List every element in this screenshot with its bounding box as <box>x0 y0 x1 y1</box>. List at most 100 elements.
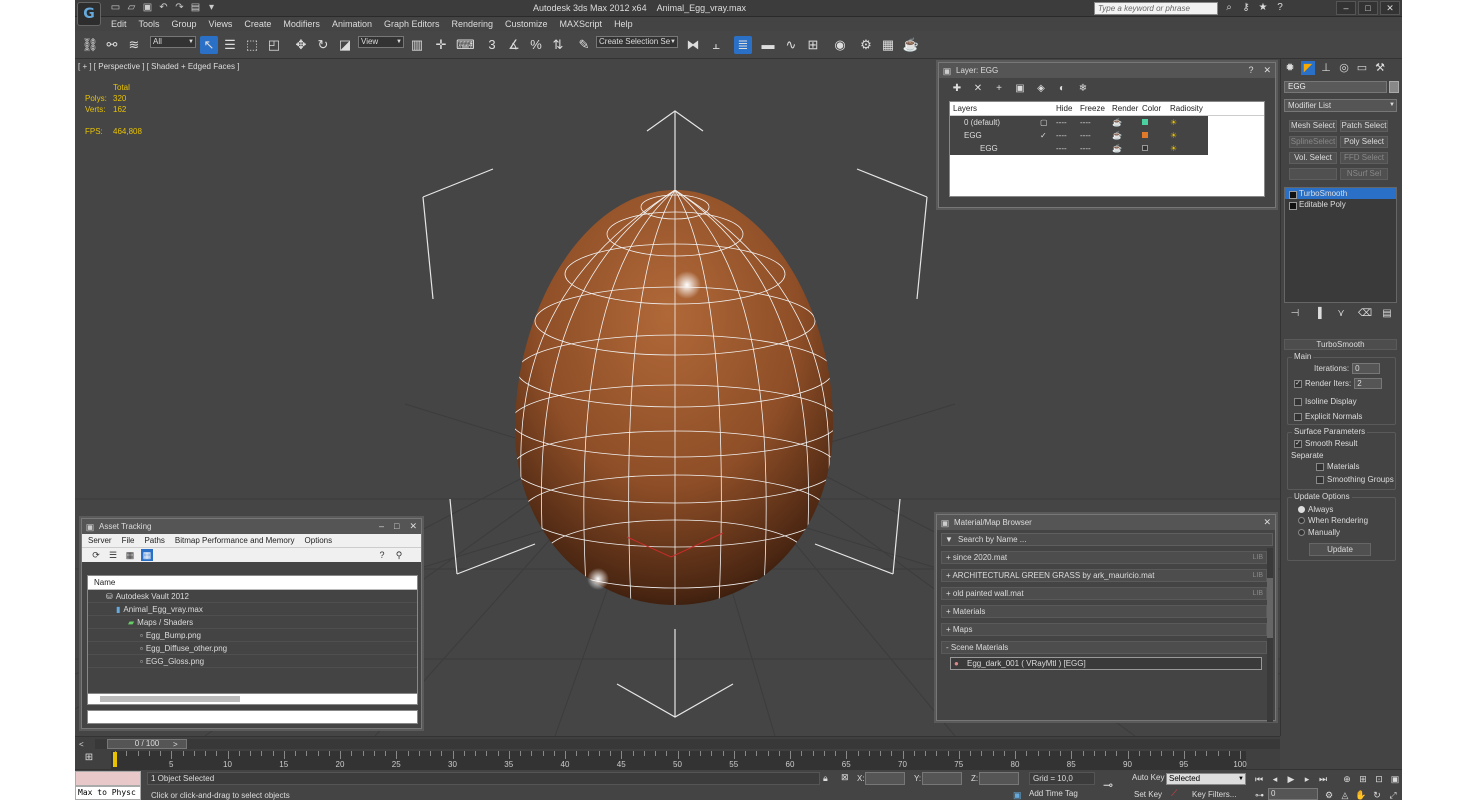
teapot-icon[interactable]: ☕ <box>1112 131 1142 140</box>
close-button[interactable]: ✕ <box>1263 65 1271 75</box>
ffd-select-button[interactable]: FFD Select <box>1340 152 1388 164</box>
hierarchy-icon[interactable]: ⊥ <box>1319 61 1333 75</box>
scale-icon[interactable]: ◪ <box>336 36 354 54</box>
col-freeze[interactable]: Freeze <box>1080 104 1112 113</box>
go-to-end-icon[interactable]: ⏭ <box>1317 773 1329 785</box>
favorite-icon[interactable]: ★ <box>1257 2 1269 14</box>
viewport-label[interactable]: [ + ] [ Perspective ] [ Shaded + Edged F… <box>78 62 239 71</box>
layer-color-swatch[interactable] <box>1142 119 1148 125</box>
make-unique-icon[interactable]: ⋎ <box>1335 308 1347 320</box>
patch-select-button[interactable]: Patch Select <box>1340 120 1388 132</box>
ref-coord-dropdown[interactable]: View <box>358 36 404 48</box>
play-icon[interactable]: ▶ <box>1285 773 1297 785</box>
orbit-icon[interactable]: ↻ <box>1371 789 1383 800</box>
menu-file[interactable]: File <box>122 536 135 545</box>
pivot-center-icon[interactable]: ▥ <box>408 36 426 54</box>
delete-layer-icon[interactable]: ✕ <box>972 83 984 95</box>
menu-create[interactable]: Create <box>238 17 277 31</box>
thumbnail-icon[interactable]: ▦ <box>124 549 136 561</box>
empty-button[interactable] <box>1289 168 1337 180</box>
modifier-list-dropdown[interactable]: Modifier List <box>1284 99 1397 112</box>
stack-item-turbosmooth[interactable]: TurboSmooth <box>1285 188 1396 199</box>
schematic-view-icon[interactable]: ⊞ <box>804 36 822 54</box>
link-icon[interactable]: ⛓ <box>81 36 99 54</box>
render-setup-icon[interactable]: ⚙ <box>857 36 875 54</box>
time-config-icon[interactable]: ⚙ <box>1323 789 1335 800</box>
group-row[interactable]: + Maps <box>941 623 1267 636</box>
chevron-down-icon[interactable]: ▾ <box>205 2 218 14</box>
maxscript-listener[interactable]: Max to Physc <box>75 771 141 800</box>
configure-sets-icon[interactable]: ▤ <box>1381 308 1393 320</box>
col-render[interactable]: Render <box>1112 104 1142 113</box>
col-color[interactable]: Color <box>1142 104 1170 113</box>
layer-hide[interactable]: ---- <box>1056 118 1080 127</box>
app-logo-button[interactable]: G <box>77 2 101 26</box>
menu-help[interactable]: Help <box>608 17 639 31</box>
list-item[interactable]: ▫ EGG_Gloss.png <box>88 655 417 668</box>
set-key-icon[interactable]: ⟋ <box>1171 788 1177 799</box>
menu-tools[interactable]: Tools <box>133 17 166 31</box>
menu-modifiers[interactable]: Modifiers <box>277 17 326 31</box>
teapot-icon[interactable]: ☕ <box>1112 118 1142 127</box>
curve-editor-icon[interactable]: ∿ <box>782 36 800 54</box>
next-frame-arrow[interactable]: > <box>173 740 178 749</box>
y-coordinate-field[interactable] <box>922 772 962 785</box>
asset-list-header[interactable]: Name <box>88 576 417 590</box>
refresh-icon[interactable]: ⟳ <box>90 549 102 561</box>
always-radio[interactable] <box>1298 506 1305 513</box>
minimize-button[interactable]: – <box>1336 1 1356 15</box>
layer-row[interactable]: 0 (default) ▢ ---- ---- ☕ ☀ <box>950 116 1208 129</box>
named-selection-dropdown[interactable]: Create Selection Se <box>596 36 678 48</box>
highlight-layer-icon[interactable]: ◈ <box>1035 83 1047 95</box>
field-of-view-icon[interactable]: ◬ <box>1339 789 1351 800</box>
help-icon[interactable]: ? <box>376 549 388 561</box>
key-mode-toggle-icon[interactable]: ⊶ <box>1255 790 1264 800</box>
snap-toggle-icon[interactable]: 3 <box>483 36 501 54</box>
egg-object[interactable] <box>511 190 839 605</box>
update-button[interactable]: Update <box>1309 543 1371 556</box>
maxscript-input[interactable]: Max to Physc <box>75 786 141 800</box>
material-browser-titlebar[interactable]: ▣ Material/Map Browser ✕ <box>937 515 1275 530</box>
add-to-layer-icon[interactable]: + <box>993 83 1005 95</box>
select-object-icon[interactable]: ↖ <box>200 36 218 54</box>
zoom-icon[interactable]: ⊕ <box>1341 773 1353 785</box>
key-icon[interactable]: ⚷ <box>1240 2 1252 14</box>
layer-color-swatch[interactable] <box>1142 145 1148 151</box>
menu-group[interactable]: Group <box>166 17 203 31</box>
layer-freeze[interactable]: ---- <box>1080 144 1112 153</box>
absolute-mode-icon[interactable]: ⊠ <box>841 772 849 783</box>
hide-all-icon[interactable]: ◐ <box>1056 83 1068 95</box>
select-objects-icon[interactable]: ▣ <box>1014 83 1026 95</box>
help-icon[interactable]: ? <box>1274 2 1286 14</box>
freeze-all-icon[interactable]: ❄ <box>1077 83 1089 95</box>
horizontal-scrollbar[interactable] <box>87 693 418 705</box>
scene-material-item[interactable]: Egg_dark_001 ( VRayMtl ) [EGG] <box>950 657 1262 670</box>
mesh-select-button[interactable]: Mesh Select <box>1289 120 1337 132</box>
explicit-normals-checkbox[interactable] <box>1294 412 1302 421</box>
search-input[interactable]: Type a keyword or phrase <box>1094 2 1218 15</box>
menu-customize[interactable]: Customize <box>499 17 554 31</box>
iterations-spinner[interactable]: 0 <box>1352 363 1381 374</box>
create-icon[interactable]: ✹ <box>1283 61 1297 75</box>
minimize-button[interactable]: – <box>379 521 384 531</box>
group-row[interactable]: + Materials <box>941 605 1267 618</box>
maximize-button[interactable]: □ <box>1358 1 1378 15</box>
show-end-result-icon[interactable]: ▐ <box>1312 308 1324 320</box>
key-filters-button[interactable]: Key Filters... <box>1192 790 1236 799</box>
table-view-icon[interactable]: ▦ <box>141 549 153 561</box>
key-selection-dropdown[interactable]: Selected <box>1166 773 1246 785</box>
layer-manager-icon[interactable]: ≣ <box>734 36 752 54</box>
teapot-icon[interactable]: ☕ <box>1112 144 1142 153</box>
material-editor-icon[interactable]: ◉ <box>831 36 849 54</box>
list-item[interactable]: ▰ Maps / Shaders <box>88 616 417 629</box>
menu-rendering[interactable]: Rendering <box>446 17 500 31</box>
display-icon[interactable]: ▭ <box>1355 61 1369 75</box>
binoculars-icon[interactable]: ⌕ <box>1223 2 1235 14</box>
spline-select-button[interactable]: SplineSelect <box>1289 136 1337 148</box>
render-iters-spinner[interactable]: 2 <box>1354 378 1383 389</box>
render-production-icon[interactable]: ☕ <box>902 36 920 54</box>
library-row[interactable]: + old painted wall.mat LIB <box>941 587 1267 600</box>
layer-freeze[interactable]: ---- <box>1080 118 1112 127</box>
smoothing-groups-checkbox[interactable] <box>1316 475 1324 484</box>
pin-stack-icon[interactable]: ⊣ <box>1289 308 1301 320</box>
